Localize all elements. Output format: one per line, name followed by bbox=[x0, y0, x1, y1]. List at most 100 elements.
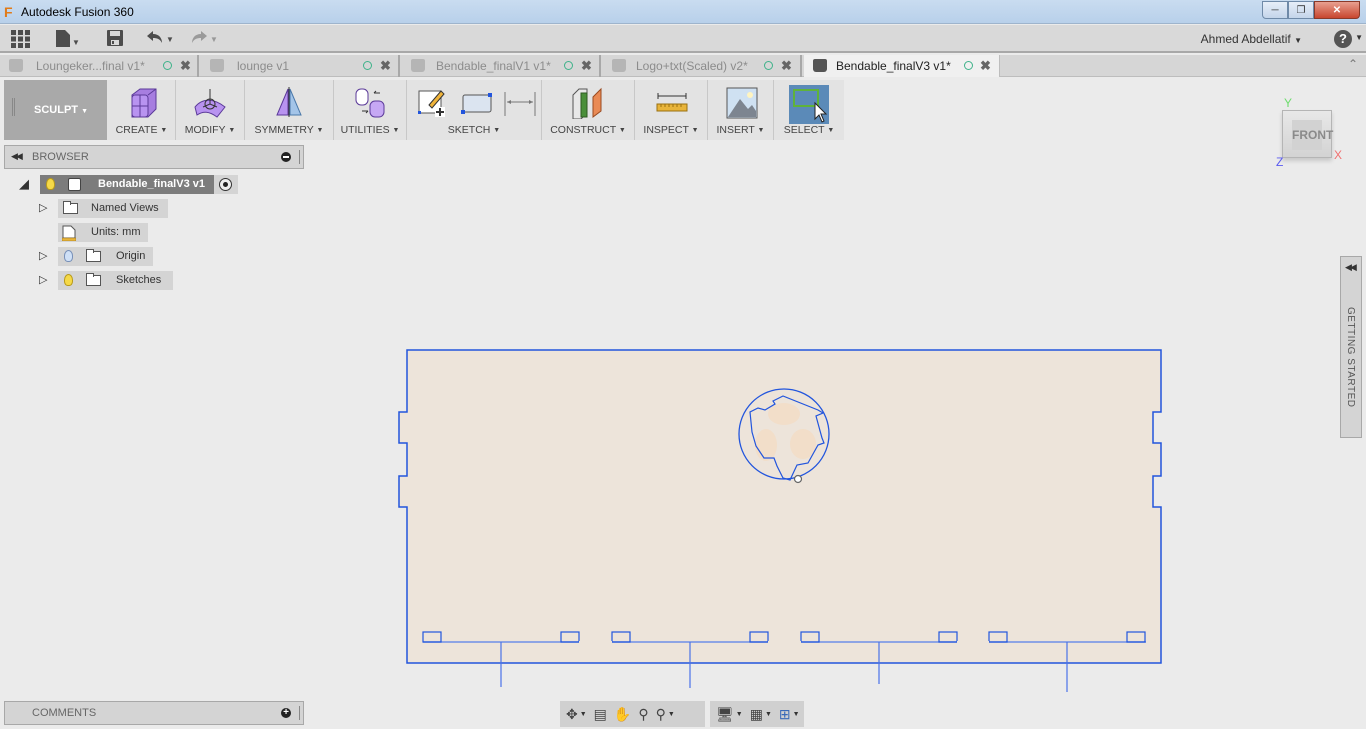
create-label: CREATE bbox=[115, 124, 158, 136]
sketch-point-icon bbox=[793, 474, 803, 484]
add-comment-icon[interactable]: + bbox=[281, 708, 291, 718]
tab-bendable-finalv1[interactable]: Bendable_finalV1 v1* ✖ bbox=[402, 55, 601, 77]
workspace-label: SCULPT bbox=[34, 104, 78, 116]
rectangle-icon[interactable] bbox=[460, 92, 494, 119]
save-icon[interactable] bbox=[107, 30, 123, 48]
tree-node-named-views[interactable]: Named Views bbox=[58, 199, 168, 218]
expand-triangle-icon[interactable]: ▷ bbox=[39, 273, 47, 286]
close-button[interactable]: ✕ bbox=[1314, 1, 1360, 19]
browser-panel-header[interactable]: ◀◀ BROWSER bbox=[4, 145, 304, 169]
activate-radio-icon[interactable] bbox=[219, 178, 232, 191]
close-tab-icon[interactable]: ✖ bbox=[180, 55, 191, 77]
folder-icon bbox=[63, 201, 78, 214]
panel-pin-icon[interactable] bbox=[299, 706, 301, 720]
insert-group[interactable]: INSERT ▼ bbox=[708, 80, 774, 140]
grid-icon[interactable] bbox=[11, 30, 30, 48]
redo-icon[interactable]: ▼ bbox=[190, 30, 218, 48]
file-icon[interactable]: ▼ bbox=[56, 30, 80, 48]
expand-panel-icon[interactable]: ◀◀ bbox=[1345, 262, 1357, 273]
utilities-group[interactable]: UTILITIES ▼ bbox=[334, 80, 407, 140]
units-document-icon bbox=[62, 225, 76, 241]
inspect-label: INSPECT bbox=[643, 124, 689, 136]
utilities-icon bbox=[354, 87, 388, 122]
pan-icon[interactable]: ✋ bbox=[614, 706, 631, 723]
fit-icon[interactable]: ⚲ ▼ bbox=[656, 706, 675, 723]
tab-lounge[interactable]: lounge v1 ✖ bbox=[201, 55, 400, 77]
tree-node-origin[interactable]: Origin bbox=[58, 247, 153, 266]
sketch-group[interactable]: SKETCH ▼ bbox=[407, 80, 542, 140]
orbit-icon[interactable]: ✥ ▼ bbox=[566, 706, 587, 723]
minimize-button[interactable]: ─ bbox=[1262, 1, 1288, 19]
close-tab-icon[interactable]: ✖ bbox=[781, 55, 792, 77]
navigation-toolbar: ✥ ▼ ▤ ✋ ⚲ ⚲ ▼ bbox=[560, 701, 705, 727]
view-cube-face[interactable]: FRONT bbox=[1292, 120, 1333, 150]
node-label: Units: mm bbox=[91, 226, 141, 238]
tab-label: Bendable_finalV3 v1* bbox=[836, 59, 951, 73]
tree-node-units[interactable]: Units: mm bbox=[58, 223, 148, 242]
display-settings-icon[interactable]: 🖥 ▼ bbox=[716, 706, 743, 723]
close-tab-icon[interactable]: ✖ bbox=[380, 55, 391, 77]
help-dropdown-caret[interactable]: ▼ bbox=[1355, 33, 1363, 42]
tree-node-sketches[interactable]: Sketches bbox=[58, 271, 173, 290]
expand-triangle-icon[interactable]: ▷ bbox=[39, 249, 47, 262]
create-sketch-icon[interactable] bbox=[417, 87, 447, 122]
look-at-icon[interactable]: ▤ bbox=[594, 706, 607, 723]
tab-label: lounge v1 bbox=[237, 59, 290, 73]
collapse-tabs-icon[interactable]: ⌃ bbox=[1348, 57, 1358, 71]
root-label: Bendable_finalV3 v1 bbox=[98, 178, 205, 190]
component-icon bbox=[813, 59, 827, 72]
undo-icon[interactable]: ▼ bbox=[146, 30, 174, 48]
panel-pin-icon[interactable] bbox=[299, 150, 301, 164]
comments-panel[interactable]: COMMENTS + bbox=[4, 701, 304, 725]
minimize-panel-icon[interactable] bbox=[281, 152, 291, 162]
document-tabs: Loungeker...final v1* ✖ lounge v1 ✖ Bend… bbox=[0, 55, 1366, 77]
insert-label: INSERT bbox=[716, 124, 755, 136]
visibility-bulb-icon[interactable] bbox=[64, 274, 73, 286]
component-icon bbox=[210, 59, 224, 72]
close-tab-icon[interactable]: ✖ bbox=[581, 55, 592, 77]
symmetry-icon bbox=[274, 87, 304, 120]
collapse-browser-icon[interactable]: ◀◀ bbox=[11, 151, 23, 162]
component-icon bbox=[9, 59, 23, 72]
viewports-icon[interactable]: ⊞ ▼ bbox=[779, 706, 800, 723]
sync-status-icon bbox=[964, 61, 973, 70]
grid-settings-icon[interactable]: ▦ ▼ bbox=[750, 706, 772, 723]
ribbon-toolbar: SCULPT ▼ CREATE ▼ MODIFY ▼ SYMMETRY ▼ UT… bbox=[4, 80, 844, 140]
collapse-triangle-icon[interactable]: ◢ bbox=[19, 176, 29, 192]
create-group[interactable]: CREATE ▼ bbox=[108, 80, 176, 140]
visibility-bulb-icon[interactable] bbox=[46, 178, 55, 190]
x-axis-label: X bbox=[1334, 148, 1343, 162]
component-icon bbox=[612, 59, 626, 72]
close-tab-icon[interactable]: ✖ bbox=[980, 55, 991, 77]
tab-label: Logo+txt(Scaled) v2* bbox=[636, 59, 748, 73]
expand-triangle-icon[interactable]: ▷ bbox=[39, 201, 47, 214]
design-canvas[interactable] bbox=[380, 330, 1180, 700]
component-icon bbox=[68, 178, 81, 191]
tree-root-node[interactable]: Bendable_finalV3 v1 bbox=[40, 175, 214, 194]
modify-group[interactable]: MODIFY ▼ bbox=[176, 80, 245, 140]
tab-loungeker[interactable]: Loungeker...final v1* ✖ bbox=[0, 55, 199, 77]
fusion-logo-icon: F bbox=[4, 4, 13, 20]
zoom-icon[interactable]: ⚲ bbox=[638, 706, 648, 723]
sync-status-icon bbox=[163, 61, 172, 70]
title-bar: F Autodesk Fusion 360 ─ ❐ ✕ bbox=[0, 0, 1366, 24]
getting-started-label: GETTING STARTED bbox=[1345, 307, 1356, 408]
user-menu[interactable]: Ahmed Abdellatif ▼ bbox=[1201, 32, 1302, 46]
dimension-icon[interactable] bbox=[503, 90, 537, 121]
sync-status-icon bbox=[363, 61, 372, 70]
help-icon[interactable]: ? bbox=[1334, 30, 1352, 48]
tab-logo-txt[interactable]: Logo+txt(Scaled) v2* ✖ bbox=[603, 55, 802, 77]
inspect-group[interactable]: INSPECT ▼ bbox=[635, 80, 708, 140]
construct-plane-icon bbox=[571, 87, 605, 122]
select-group[interactable]: SELECT ▼ bbox=[774, 80, 844, 140]
y-axis-label: Y bbox=[1284, 96, 1293, 110]
visibility-bulb-icon[interactable] bbox=[64, 250, 73, 262]
getting-started-panel[interactable]: ◀◀ GETTING STARTED bbox=[1340, 256, 1362, 438]
restore-button[interactable]: ❐ bbox=[1288, 1, 1314, 19]
view-cube[interactable]: FRONT bbox=[1282, 110, 1333, 158]
workspace-switcher[interactable]: SCULPT ▼ bbox=[4, 80, 107, 140]
display-toolbar: 🖥 ▼ ▦ ▼ ⊞ ▼ bbox=[710, 701, 804, 727]
symmetry-group[interactable]: SYMMETRY ▼ bbox=[245, 80, 334, 140]
construct-group[interactable]: CONSTRUCT ▼ bbox=[542, 80, 635, 140]
tab-bendable-finalv3[interactable]: Bendable_finalV3 v1* ✖ bbox=[804, 55, 1000, 77]
